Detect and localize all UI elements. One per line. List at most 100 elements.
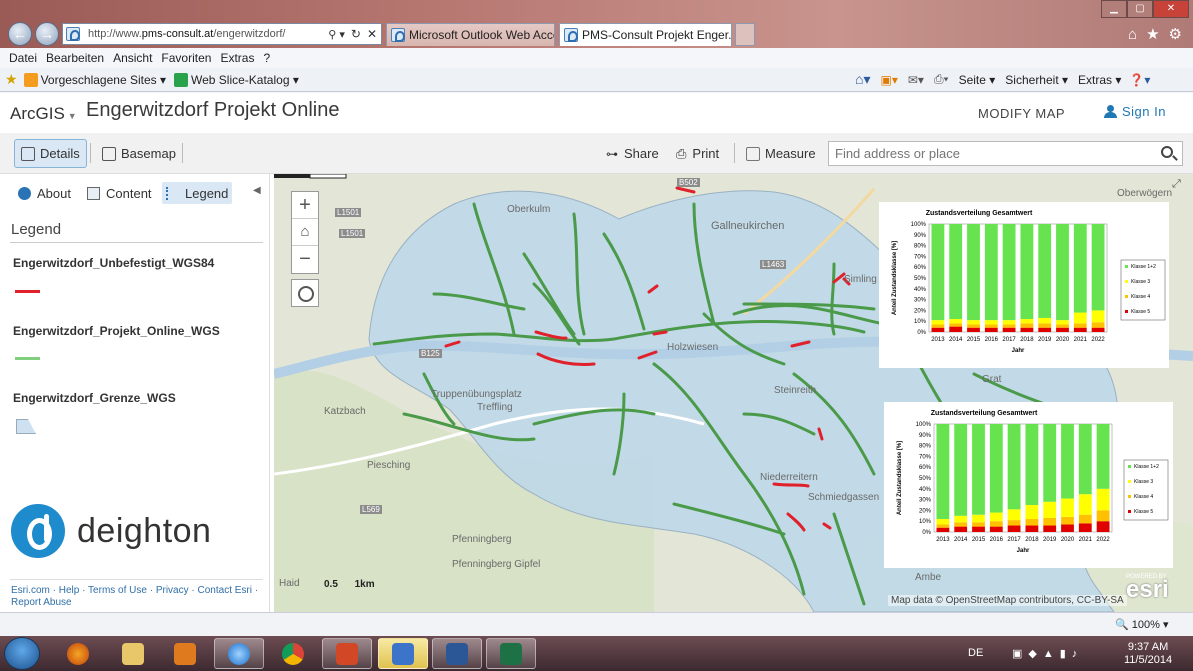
legend-swatch-polygon (16, 419, 36, 434)
tab-content[interactable]: Content (83, 182, 156, 204)
search-icon[interactable] (1161, 146, 1173, 158)
menu-ansicht[interactable]: Ansicht (113, 51, 152, 65)
legend-swatch-red-line (15, 290, 40, 293)
map-label: Grat (982, 374, 1002, 385)
maximize-button[interactable]: ▢ (1127, 0, 1153, 18)
zoom-in-button[interactable]: + (292, 192, 318, 219)
clock-date: 11/5/2014 (1124, 654, 1173, 666)
bar-segment (1073, 323, 1087, 328)
fav-web-slice[interactable]: Web Slice-Katalog ▾ (174, 72, 299, 87)
home-icon[interactable]: ⌂▾ (855, 71, 870, 88)
clock[interactable]: 9:37 AM 11/5/2014 (1124, 641, 1172, 667)
tab-label: Legend (185, 185, 229, 201)
back-button[interactable]: ← (8, 22, 32, 46)
zoom-level[interactable]: 🔍 100% ▾ (1115, 618, 1168, 631)
menu-bearbeiten[interactable]: Bearbeiten (46, 51, 104, 65)
taskbar-explorer[interactable] (108, 638, 158, 669)
menu-favoriten[interactable]: Favoriten (161, 51, 211, 65)
language-indicator[interactable]: DE (968, 647, 983, 659)
stop-icon[interactable]: ✕ (367, 27, 377, 41)
y-tick-label: 0% (917, 330, 926, 336)
legend-entry: Klasse 5 (1131, 309, 1150, 315)
print-icon[interactable]: ⎙▾ (934, 72, 949, 87)
bar-segment (984, 320, 998, 325)
address-bar[interactable]: http://www.pms-consult.at/engerwitzdorf/… (62, 23, 382, 45)
fav-suggested-sites[interactable]: Vorgeschlagene Sites ▾ (23, 72, 166, 87)
chart-panel-2: Zustandsverteilung Gesamtwert 0% 10% 20% 30%… (884, 402, 1173, 568)
footer-links[interactable]: Esri.com · Help · Terms of Use · Privacy… (11, 585, 266, 609)
tab-legend[interactable]: Legend (162, 182, 233, 204)
menu-extras[interactable]: Extras (220, 51, 254, 65)
taskbar-chrome[interactable] (268, 638, 318, 669)
home-extent-button[interactable]: ⌂ (292, 219, 318, 246)
taskbar-ie[interactable] (214, 638, 264, 669)
bar-segment (1025, 424, 1039, 505)
taskbar-excel[interactable] (486, 638, 536, 669)
bar-segment (989, 526, 1003, 532)
scale-label: 0.5 1km (324, 579, 375, 590)
bar-segment (931, 327, 945, 332)
forward-button[interactable]: → (35, 22, 59, 46)
feeds-icon[interactable]: ▣▾ (880, 73, 897, 87)
details-button[interactable]: Details (14, 139, 87, 168)
print-icon: ⎙ (676, 145, 687, 161)
taskbar-firefox[interactable] (53, 638, 103, 669)
minimize-button[interactable]: ▁ (1101, 0, 1127, 18)
refresh-icon[interactable]: ↻ (351, 27, 361, 41)
cmd-extras[interactable]: Extras ▾ (1078, 73, 1121, 87)
mail-icon[interactable]: ✉▾ (908, 73, 924, 87)
y-tick-label: 100% (916, 422, 932, 428)
tray-icons[interactable]: ▣◆▲▮♪ (1012, 647, 1083, 660)
arcgis-menu[interactable]: ArcGIS ▼ (10, 104, 77, 124)
collapse-panel-icon[interactable]: ◀ (253, 185, 261, 196)
x-axis-label: Jahr (1017, 548, 1030, 554)
new-tab-button[interactable] (735, 23, 755, 46)
measure-button[interactable]: Measure (740, 139, 822, 168)
bar-segment (1038, 224, 1052, 318)
window-controls: ▁ ▢ ✕ (1101, 0, 1189, 18)
close-window-button[interactable]: ✕ (1153, 0, 1189, 18)
help-icon[interactable]: ❓▾ (1129, 73, 1150, 87)
taskbar-security[interactable] (378, 638, 428, 669)
tab-outlook[interactable]: Microsoft Outlook Web Access (386, 23, 555, 46)
y-tick-label: 20% (919, 508, 932, 514)
locate-button[interactable] (291, 279, 319, 307)
expand-icon[interactable]: ⤢ (1172, 178, 1181, 191)
basemap-button[interactable]: Basemap (96, 139, 182, 168)
taskbar-powerpoint[interactable] (322, 638, 372, 669)
bar-segment (949, 323, 963, 327)
taskbar-media[interactable] (160, 638, 210, 669)
y-tick-label: 10% (914, 319, 927, 325)
tab-pms-consult[interactable]: PMS-Consult Projekt Enger... ✕ (559, 23, 732, 46)
favorites-bar: ★ Vorgeschlagene Sites ▾ Web Slice-Katal… (0, 68, 1193, 92)
bar-segment (1061, 516, 1074, 525)
print-button[interactable]: ⎙ Print (670, 139, 725, 168)
favorites-star-icon[interactable]: ★ (1146, 26, 1168, 43)
bar-segment (954, 522, 968, 527)
start-button[interactable] (4, 637, 40, 670)
cmd-sicherheit[interactable]: Sicherheit ▾ (1005, 73, 1068, 87)
road-tag: L1463 (760, 260, 787, 269)
clock-time: 9:37 AM (1127, 641, 1169, 653)
sign-in-button[interactable]: Sign In (1104, 104, 1166, 119)
favorites-star-icon[interactable]: ★ (5, 71, 18, 88)
zoom-out-button[interactable]: − (292, 246, 318, 273)
map-view[interactable]: Oberkulm Gallneukirchen Oberwögern Simli… (274, 174, 1193, 612)
x-tick-label: 2022 (1091, 337, 1105, 343)
powerpoint-icon (336, 642, 358, 665)
home-icon[interactable]: ⌂ (1128, 26, 1146, 43)
x-axis-label: Jahr (1012, 348, 1025, 354)
share-button[interactable]: ⊶ Share (600, 139, 665, 168)
x-tick-label: 2015 (967, 337, 981, 343)
search-input[interactable] (828, 141, 1183, 166)
modify-map-button[interactable]: MODIFY MAP (978, 106, 1065, 121)
legend-layer-unbefestigt: Engerwitzdorf_Unbefestigt_WGS84 (13, 256, 215, 270)
menu-help[interactable]: ? (263, 51, 270, 65)
menu-datei[interactable]: Datei (9, 51, 37, 65)
search-dropdown-icon[interactable]: ⚲ ▾ (328, 28, 345, 41)
taskbar-word[interactable] (432, 638, 482, 669)
settings-gear-icon[interactable]: ⚙ (1169, 26, 1191, 43)
cmd-seite[interactable]: Seite ▾ (959, 73, 996, 87)
tab-about[interactable]: About (14, 182, 75, 204)
bar-segment (931, 324, 945, 328)
